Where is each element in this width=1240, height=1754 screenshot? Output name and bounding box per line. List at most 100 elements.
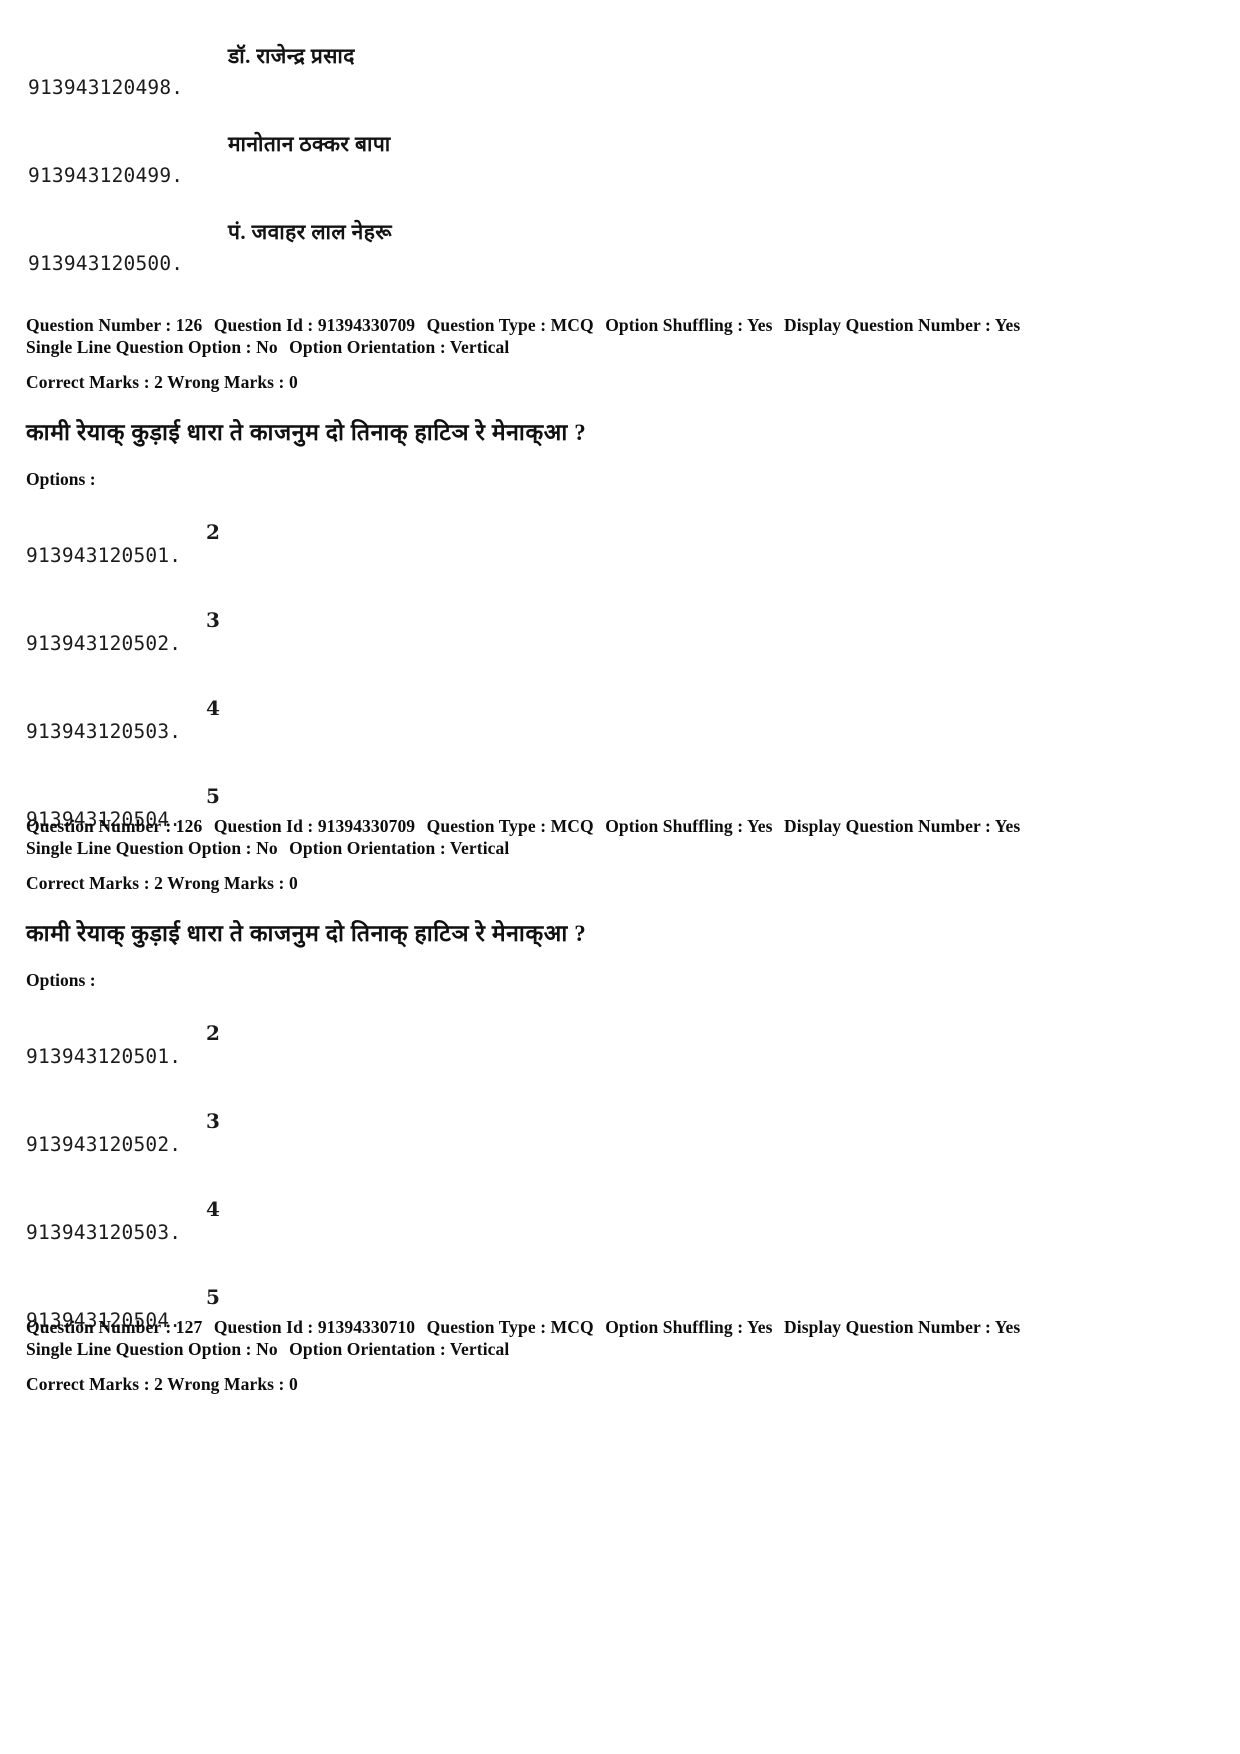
metadata-line-1: Question Number : 126 Question Id : 9139… xyxy=(26,815,1216,837)
question-type-value: MCQ xyxy=(550,816,594,836)
option-orientation-value: Vertical xyxy=(449,838,510,859)
option-text: पं. जवाहर लाल नेहरू xyxy=(228,220,393,244)
option-id: 913943120501. xyxy=(26,1045,182,1069)
option-orientation-value: Vertical xyxy=(449,337,510,358)
wrong-marks-label: Wrong Marks : xyxy=(167,872,285,893)
list-item: 913943120498. डॉ. राजेन्द्र प्रसाद xyxy=(0,30,1240,118)
metadata-marks-line: Correct Marks : 2 Wrong Marks : 0 xyxy=(26,872,1216,894)
question-metadata: Question Number : 126 Question Id : 9139… xyxy=(26,815,1216,894)
question-text: कामी रेयाक् कुड़ाई धारा ते काजनुम दो तिन… xyxy=(26,921,587,947)
option-text: 2 xyxy=(206,1021,220,1046)
metadata-line-2: Single Line Question Option : No Option … xyxy=(26,1338,1216,1360)
question-text: कामी रेयाक् कुड़ाई धारा ते काजनुम दो तिन… xyxy=(26,420,587,446)
option-list: 913943120501. 2 913943120502. 3 91394312… xyxy=(26,514,1216,866)
question-id-label: Question Id : xyxy=(213,315,314,335)
wrong-marks-label: Wrong Marks : xyxy=(167,1373,285,1394)
list-item: 913943120503. 4 xyxy=(26,1191,1216,1279)
option-text: 4 xyxy=(206,1197,220,1222)
option-text: 3 xyxy=(206,1109,220,1134)
metadata-line-2: Single Line Question Option : No Option … xyxy=(26,837,1216,859)
wrong-marks-value: 0 xyxy=(288,371,298,392)
question-number-label: Question Number : xyxy=(26,315,172,335)
correct-marks-value: 2 xyxy=(154,371,163,392)
metadata-marks-line: Correct Marks : 2 Wrong Marks : 0 xyxy=(26,371,1216,393)
single-line-option-value: No xyxy=(256,337,278,358)
question-id-label: Question Id : xyxy=(213,1317,314,1337)
option-orientation-label: Option Orientation : xyxy=(289,1339,446,1360)
option-id: 913943120502. xyxy=(26,632,182,656)
option-id: 913943120503. xyxy=(26,1221,182,1245)
question-number-value: 126 xyxy=(175,816,203,836)
correct-marks-value: 2 xyxy=(154,1373,163,1394)
wrong-marks-value: 0 xyxy=(288,1373,298,1394)
metadata-line-2: Single Line Question Option : No Option … xyxy=(26,336,1216,358)
option-shuffling-label: Option Shuffling : xyxy=(605,1317,744,1337)
correct-marks-value: 2 xyxy=(154,872,163,893)
single-line-option-label: Single Line Question Option : xyxy=(26,1339,252,1360)
list-item: 913943120502. 3 xyxy=(26,602,1216,690)
option-text: 5 xyxy=(206,784,220,809)
question-id-value: 91394330709 xyxy=(317,315,416,335)
question-id-value: 91394330709 xyxy=(317,816,416,836)
option-shuffling-label: Option Shuffling : xyxy=(605,315,744,335)
option-id: 913943120503. xyxy=(26,720,182,744)
option-text: 2 xyxy=(206,520,220,545)
display-question-number-value: Yes xyxy=(994,816,1021,836)
question-type-value: MCQ xyxy=(550,315,594,335)
metadata-line-1: Question Number : 127 Question Id : 9139… xyxy=(26,1316,1216,1338)
display-question-number-label: Display Question Number : xyxy=(784,315,991,335)
option-text: 5 xyxy=(206,1285,220,1310)
single-line-option-label: Single Line Question Option : xyxy=(26,337,252,358)
single-line-option-label: Single Line Question Option : xyxy=(26,838,252,859)
question-type-value: MCQ xyxy=(550,1317,594,1337)
question-metadata: Question Number : 126 Question Id : 9139… xyxy=(26,314,1216,393)
question-metadata: Question Number : 127 Question Id : 9139… xyxy=(26,1316,1216,1395)
question-type-label: Question Type : xyxy=(426,315,547,335)
option-id: 913943120500. xyxy=(28,252,184,275)
wrong-marks-value: 0 xyxy=(288,872,298,893)
single-line-option-value: No xyxy=(256,1339,278,1360)
option-id: 913943120501. xyxy=(26,544,182,568)
option-text: 4 xyxy=(206,696,220,721)
question-id-label: Question Id : xyxy=(213,816,314,836)
wrong-marks-label: Wrong Marks : xyxy=(167,371,285,392)
option-shuffling-value: Yes xyxy=(746,315,773,335)
display-question-number-value: Yes xyxy=(994,315,1021,335)
question-block-2: Question Number : 126 Question Id : 9139… xyxy=(26,815,1216,1367)
list-item: 913943120502. 3 xyxy=(26,1103,1216,1191)
option-text: 3 xyxy=(206,608,220,633)
metadata-marks-line: Correct Marks : 2 Wrong Marks : 0 xyxy=(26,1373,1216,1395)
list-item: 913943120503. 4 xyxy=(26,690,1216,778)
top-option-list: 913943120498. डॉ. राजेन्द्र प्रसाद 91394… xyxy=(0,30,1240,294)
list-item: 913943120501. 2 xyxy=(26,514,1216,602)
question-number-value: 126 xyxy=(175,315,203,335)
question-number-label: Question Number : xyxy=(26,1317,172,1337)
question-block-1: Question Number : 126 Question Id : 9139… xyxy=(26,314,1216,866)
list-item: 913943120499. मानोतान ठक्कर बापा xyxy=(0,118,1240,206)
question-type-label: Question Type : xyxy=(426,1317,547,1337)
option-shuffling-value: Yes xyxy=(746,816,773,836)
question-id-value: 91394330710 xyxy=(317,1317,416,1337)
option-text: मानोतान ठक्कर बापा xyxy=(228,132,391,156)
option-id: 913943120502. xyxy=(26,1133,182,1157)
option-orientation-label: Option Orientation : xyxy=(289,337,446,358)
display-question-number-value: Yes xyxy=(994,1317,1021,1337)
option-shuffling-label: Option Shuffling : xyxy=(605,816,744,836)
option-id: 913943120499. xyxy=(28,164,184,187)
display-question-number-label: Display Question Number : xyxy=(784,1317,991,1337)
document-page: 913943120498. डॉ. राजेन्द्र प्रसाद 91394… xyxy=(0,0,1240,1754)
list-item: 913943120500. पं. जवाहर लाल नेहरू xyxy=(0,206,1240,294)
single-line-option-value: No xyxy=(256,838,278,859)
correct-marks-label: Correct Marks : xyxy=(26,872,150,893)
option-id: 913943120498. xyxy=(28,76,184,99)
question-type-label: Question Type : xyxy=(426,816,547,836)
metadata-line-1: Question Number : 126 Question Id : 9139… xyxy=(26,314,1216,336)
correct-marks-label: Correct Marks : xyxy=(26,371,150,392)
options-label: Options : xyxy=(26,970,96,991)
option-list: 913943120501. 2 913943120502. 3 91394312… xyxy=(26,1015,1216,1367)
option-text: डॉ. राजेन्द्र प्रसाद xyxy=(228,44,355,68)
options-label: Options : xyxy=(26,469,96,490)
question-block-3: Question Number : 127 Question Id : 9139… xyxy=(26,1316,1216,1395)
display-question-number-label: Display Question Number : xyxy=(784,816,991,836)
list-item: 913943120501. 2 xyxy=(26,1015,1216,1103)
